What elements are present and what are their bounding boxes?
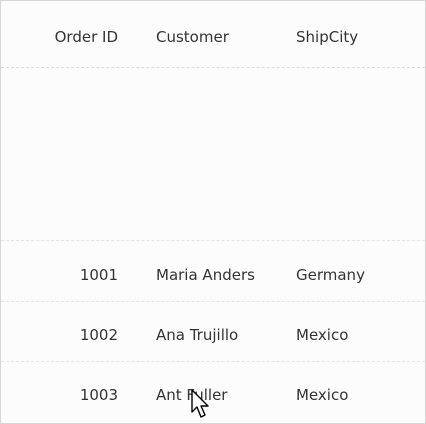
cell-customer[interactable]: Ana Trujillo xyxy=(156,325,286,345)
table-row[interactable]: 1002 Ana Trujillo Mexico xyxy=(1,302,425,362)
grid-empty-region xyxy=(1,68,425,241)
grid-header-row: Order ID Customer ShipCity xyxy=(1,1,425,68)
mouse-pointer-icon xyxy=(191,389,209,418)
cell-order-id[interactable]: 1003 xyxy=(1,385,118,405)
cell-shipcity[interactable]: Mexico xyxy=(296,325,406,345)
cell-customer[interactable]: Ant Fuller xyxy=(156,385,286,405)
cell-shipcity[interactable]: Germany xyxy=(296,265,406,285)
column-header-shipcity[interactable]: ShipCity xyxy=(296,27,406,47)
cell-order-id[interactable]: 1001 xyxy=(1,265,118,285)
cell-order-id[interactable]: 1002 xyxy=(1,325,118,345)
table-row[interactable]: 1003 Ant Fuller Mexico xyxy=(1,362,425,422)
column-header-customer[interactable]: Customer xyxy=(156,27,286,47)
table-row[interactable]: 1001 Maria Anders Germany xyxy=(1,242,425,302)
column-header-order-id[interactable]: Order ID xyxy=(1,27,118,47)
cell-customer[interactable]: Maria Anders xyxy=(156,265,286,285)
cell-shipcity[interactable]: Mexico xyxy=(296,385,406,405)
data-grid: Order ID Customer ShipCity 1001 Maria An… xyxy=(0,0,426,424)
